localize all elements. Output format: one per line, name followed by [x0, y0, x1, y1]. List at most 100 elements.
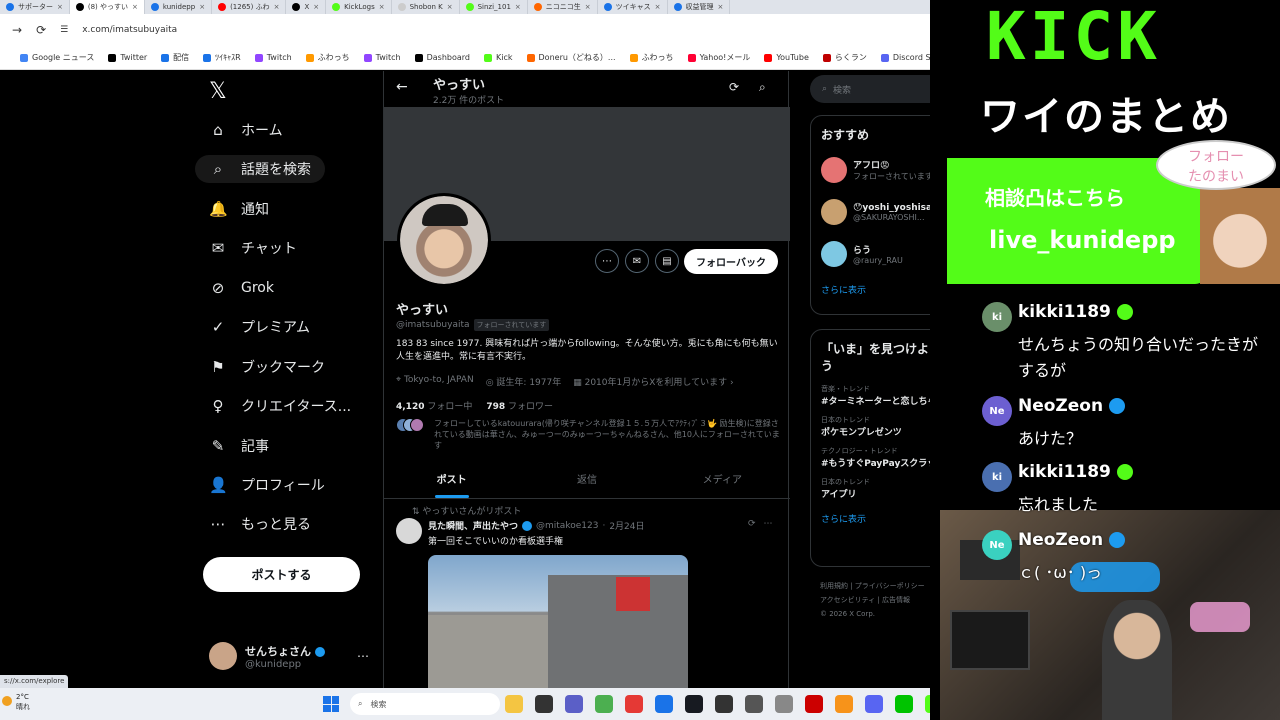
trend-item[interactable]: 音楽・トレンド #ターミネーターと恋しちゃったら: [811, 380, 930, 411]
tab-replies[interactable]: 返信: [519, 463, 654, 498]
footer-line[interactable]: © 2026 X Corp.: [820, 607, 925, 621]
site-info-icon[interactable]: ☰: [60, 25, 68, 35]
url-input[interactable]: x.com/imatsubuyaita: [82, 25, 177, 35]
close-icon[interactable]: ×: [515, 0, 521, 14]
taskbar-search[interactable]: ⌕ 検索: [350, 693, 500, 715]
trend-item[interactable]: 日本のトレンド ポケモンプレゼンツ: [811, 411, 930, 442]
tweet-handle[interactable]: @mitakoe123: [536, 521, 598, 531]
browser-tab[interactable]: KickLogs ×: [326, 0, 392, 14]
taskbar-app-icon[interactable]: [595, 695, 613, 713]
nav-item-home[interactable]: ⌂ ホーム: [209, 116, 282, 144]
search-input[interactable]: ⌕ 検索: [810, 75, 930, 103]
close-icon[interactable]: ×: [655, 0, 661, 14]
followed-by[interactable]: フォローしているkatouurara(帰り咲チャンネル登録１５.５万人でｱｸﾃｨ…: [396, 418, 781, 451]
browser-tab[interactable]: サポーター ×: [0, 0, 70, 14]
trend-item[interactable]: 日本のトレンド アイプリ: [811, 473, 930, 504]
tweet-author[interactable]: 見た瞬間、声出たやつ: [428, 519, 518, 532]
x-logo-icon[interactable]: 𝕏: [209, 79, 227, 104]
close-icon[interactable]: ×: [585, 0, 591, 14]
browser-tab[interactable]: kunidepp ×: [145, 0, 213, 14]
nav-item-bookmarks[interactable]: ⚑ ブックマーク: [209, 353, 325, 381]
more-options-icon[interactable]: ⋯: [595, 249, 619, 273]
browser-tab[interactable]: (1265) ふわ ×: [212, 0, 287, 14]
more-icon[interactable]: ⋯: [357, 649, 369, 663]
close-icon[interactable]: ×: [57, 0, 63, 14]
tab-posts[interactable]: ポスト: [384, 463, 519, 498]
following-link[interactable]: 4,120 フォロー中: [396, 399, 472, 412]
browser-tab[interactable]: X ×: [286, 0, 327, 14]
grok-icon[interactable]: ⟳: [748, 519, 756, 529]
account-switcher[interactable]: せんちょさん @kunidepp ⋯: [209, 639, 369, 673]
post-button[interactable]: ポストする: [203, 557, 360, 592]
nav-item-profile[interactable]: 👤 プロフィール: [209, 471, 325, 499]
footer-line[interactable]: アクセシビリティ | 広告情報: [820, 593, 925, 607]
nav-item-grok[interactable]: ⊘ Grok: [209, 274, 274, 302]
taskbar-app-icon[interactable]: [505, 695, 523, 713]
subscribe-icon[interactable]: ▤: [655, 249, 679, 273]
weather-widget[interactable]: 2°C 晴れ: [2, 692, 30, 712]
bookmark-item[interactable]: ふわっち: [305, 52, 350, 63]
browser-tab[interactable]: 収益管理 ×: [668, 0, 731, 14]
browser-tab[interactable]: ニコニコ生 ×: [528, 0, 598, 14]
bookmark-item[interactable]: Kick: [484, 53, 513, 62]
bookmark-item[interactable]: Doneru（どねる）...: [526, 52, 616, 63]
taskbar-app-icon[interactable]: [715, 695, 733, 713]
bookmark-item[interactable]: 配信: [161, 52, 189, 63]
close-icon[interactable]: ×: [447, 0, 453, 14]
nav-item-creator-studio[interactable]: ♀ クリエイタース...: [209, 392, 352, 420]
followers-link[interactable]: 798 フォロワー: [486, 399, 553, 412]
bookmark-item[interactable]: Dashboard: [414, 53, 470, 62]
taskbar-app-icon[interactable]: [805, 695, 823, 713]
close-icon[interactable]: ×: [132, 0, 138, 14]
browser-tab[interactable]: Shobon K ×: [392, 0, 460, 14]
footer-line[interactable]: 利用規約 | プライバシーポリシー: [820, 579, 925, 593]
nav-item-premium[interactable]: ✓ プレミアム: [209, 313, 310, 341]
taskbar-app-icon[interactable]: [685, 695, 703, 713]
bookmark-item[interactable]: Twitter: [108, 53, 147, 62]
reload-icon[interactable]: ⟳: [36, 23, 46, 37]
search-icon[interactable]: ⌕: [759, 80, 766, 95]
recommendation-item[interactable]: アフロ😡 フォローされています: [811, 149, 930, 191]
close-icon[interactable]: ×: [379, 0, 385, 14]
show-more-link[interactable]: さらに表示: [811, 275, 930, 304]
nav-item-articles[interactable]: ✎ 記事: [209, 432, 269, 460]
recommendation-item[interactable]: らう @raury_RAU: [811, 233, 930, 275]
follow-back-button[interactable]: フォローバック: [684, 249, 778, 274]
close-icon[interactable]: ×: [199, 0, 205, 14]
taskbar-app-icon[interactable]: [865, 695, 883, 713]
trend-item[interactable]: テクノロジー・トレンド #もうすぐPayPayスクラッチくじ開...: [811, 442, 930, 473]
browser-tab[interactable]: Sinzi_101 ×: [460, 0, 528, 14]
taskbar-app-icon[interactable]: [625, 695, 643, 713]
close-icon[interactable]: ×: [313, 0, 319, 14]
start-button[interactable]: [323, 696, 339, 712]
nav-item-explore[interactable]: ⌕ 話題を検索: [195, 155, 325, 183]
tab-media[interactable]: メディア: [655, 463, 790, 498]
back-arrow-icon[interactable]: ←: [396, 79, 408, 95]
nav-item-notifications[interactable]: 🔔 通知: [209, 195, 269, 223]
browser-tab[interactable]: ツイキャス ×: [598, 0, 668, 14]
joined-date[interactable]: ▦ 2010年1月からXを利用しています ›: [573, 375, 733, 388]
taskbar-app-icon[interactable]: [565, 695, 583, 713]
taskbar-app-icon[interactable]: [835, 695, 853, 713]
bookmark-item[interactable]: Google ニュース: [20, 52, 94, 63]
recommendation-item[interactable]: 😯yoshi_yoshisa @SAKURAYOSHI...: [811, 191, 930, 233]
bookmark-item[interactable]: ﾂｲｷｬｽR: [203, 52, 241, 63]
trends-show-more-link[interactable]: さらに表示: [811, 504, 930, 533]
browser-tab[interactable]: (8) やっすい ×: [69, 0, 145, 14]
nav-item-more[interactable]: ⋯ もっと見る: [209, 510, 312, 538]
taskbar-app-icon[interactable]: [775, 695, 793, 713]
close-icon[interactable]: ×: [718, 0, 724, 14]
taskbar-app-icon[interactable]: [535, 695, 553, 713]
message-icon[interactable]: ✉: [625, 249, 649, 273]
tweet-date[interactable]: 2月24日: [609, 519, 644, 532]
grok-icon[interactable]: ⟳: [729, 80, 739, 94]
bookmark-item[interactable]: Yahoo!メール: [687, 52, 750, 63]
more-icon[interactable]: ⋯: [764, 519, 773, 529]
bookmark-item[interactable]: ふわっち: [629, 52, 674, 63]
taskbar-app-icon[interactable]: [895, 695, 913, 713]
bookmark-item[interactable]: Twitch: [254, 53, 292, 62]
profile-avatar[interactable]: [397, 193, 491, 287]
tweet-avatar[interactable]: [396, 518, 422, 544]
nav-item-chat[interactable]: ✉ チャット: [209, 234, 297, 262]
tweet-image[interactable]: [428, 555, 688, 688]
